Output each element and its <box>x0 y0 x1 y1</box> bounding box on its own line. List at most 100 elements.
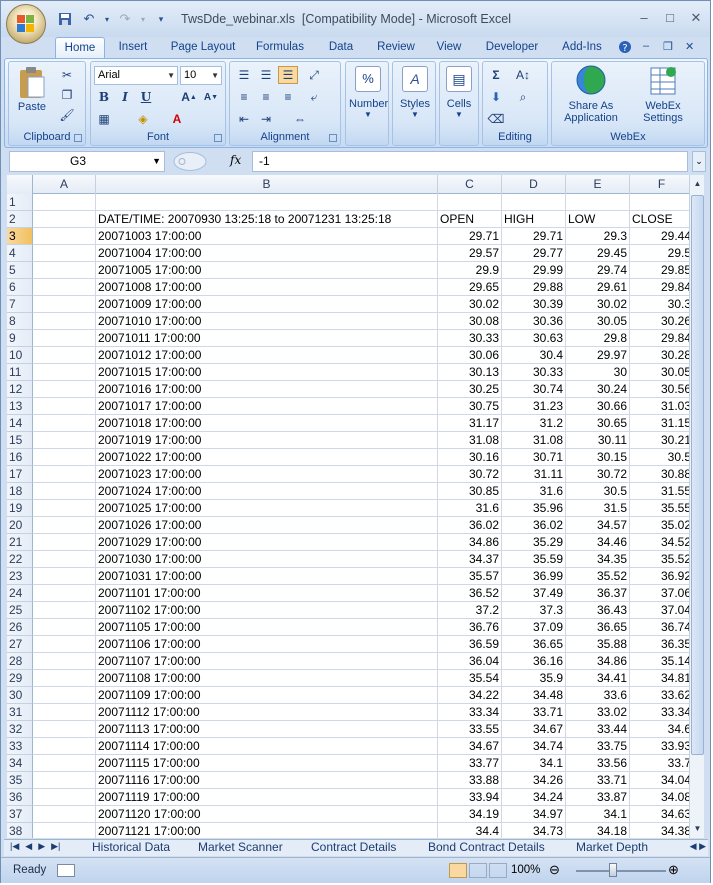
open-cell[interactable]: 30.16 <box>438 449 502 466</box>
open-cell[interactable]: 36.52 <box>438 585 502 602</box>
high-cell[interactable]: 31.23 <box>502 398 566 415</box>
low-cell[interactable]: 35.88 <box>566 636 630 653</box>
close-cell[interactable]: 29.84 <box>630 330 691 347</box>
shrink-font-icon[interactable]: A ▼ <box>201 88 221 106</box>
date-cell[interactable]: 20071030 17:00:00 <box>96 551 438 568</box>
row-header[interactable]: 28 <box>7 653 33 670</box>
high-cell[interactable]: 34.24 <box>502 789 566 806</box>
low-cell[interactable]: 29.3 <box>566 228 630 245</box>
close-cell[interactable]: 35.52 <box>630 551 691 568</box>
low-cell[interactable]: 36.65 <box>566 619 630 636</box>
low-cell[interactable]: 36.43 <box>566 602 630 619</box>
low-cell[interactable]: 30.05 <box>566 313 630 330</box>
low-cell[interactable]: 34.46 <box>566 534 630 551</box>
cell-a[interactable] <box>33 517 96 534</box>
open-cell[interactable]: 31.08 <box>438 432 502 449</box>
formula-input[interactable]: -1 <box>252 151 688 172</box>
date-cell[interactable]: 20071116 17:00:00 <box>96 772 438 789</box>
tab-home[interactable]: Home <box>55 37 105 59</box>
zoom-slider-thumb[interactable] <box>609 863 617 877</box>
date-cell[interactable]: 20071023 17:00:00 <box>96 466 438 483</box>
close-cell[interactable]: 31.15 <box>630 415 691 432</box>
cell-a[interactable] <box>33 262 96 279</box>
low-cell[interactable]: 34.35 <box>566 551 630 568</box>
cell-a[interactable] <box>33 636 96 653</box>
row-header[interactable]: 30 <box>7 687 33 704</box>
cell-a[interactable] <box>33 330 96 347</box>
close-cell[interactable]: 29.85 <box>630 262 691 279</box>
low-cell[interactable]: 30.11 <box>566 432 630 449</box>
webex-settings-button[interactable]: WebEx Settings <box>628 65 698 124</box>
zoom-out-icon[interactable]: ⊖ <box>549 862 560 878</box>
high-cell[interactable]: 37.3 <box>502 602 566 619</box>
sort-filter-icon[interactable]: A↕ <box>513 66 533 84</box>
low-cell[interactable]: 30.02 <box>566 296 630 313</box>
open-cell[interactable]: 35.54 <box>438 670 502 687</box>
date-cell[interactable]: 20071107 17:00:00 <box>96 653 438 670</box>
italic-icon[interactable]: I <box>115 88 135 106</box>
high-cell[interactable]: 36.16 <box>502 653 566 670</box>
close-cell[interactable]: 35.02 <box>630 517 691 534</box>
date-cell[interactable]: 20071009 17:00:00 <box>96 296 438 313</box>
cell-a[interactable] <box>33 704 96 721</box>
high-cell[interactable]: 34.73 <box>502 823 566 838</box>
row-header[interactable]: 15 <box>7 432 33 449</box>
date-cell[interactable]: 20071105 17:00:00 <box>96 619 438 636</box>
open-cell[interactable]: 31.6 <box>438 500 502 517</box>
close-cell[interactable]: 34.52 <box>630 534 691 551</box>
zoom-in-icon[interactable]: ⊕ <box>668 862 679 878</box>
open-cell[interactable]: 29.65 <box>438 279 502 296</box>
column-header-a[interactable]: A <box>33 175 96 194</box>
row-header[interactable]: 18 <box>7 483 33 500</box>
cell-a[interactable] <box>33 721 96 738</box>
high-cell[interactable]: 35.59 <box>502 551 566 568</box>
low-cell[interactable]: 31.5 <box>566 500 630 517</box>
high-cell[interactable]: 34.26 <box>502 772 566 789</box>
close-cell[interactable]: 30.21 <box>630 432 691 449</box>
cell-a[interactable] <box>33 687 96 704</box>
cell-a[interactable] <box>33 381 96 398</box>
cell[interactable] <box>96 194 438 211</box>
open-cell[interactable]: 30.33 <box>438 330 502 347</box>
open-cell[interactable]: 36.04 <box>438 653 502 670</box>
bold-icon[interactable]: B <box>94 88 114 106</box>
vertical-scrollbar[interactable]: ▲ ▼ <box>689 175 704 838</box>
date-cell[interactable]: 20071011 17:00:00 <box>96 330 438 347</box>
row-header[interactable]: 37 <box>7 806 33 823</box>
date-cell[interactable]: 20071029 17:00:00 <box>96 534 438 551</box>
high-cell[interactable]: 33.71 <box>502 704 566 721</box>
tab-developer[interactable]: Developer <box>479 37 545 59</box>
row-header[interactable]: 22 <box>7 551 33 568</box>
tab-data[interactable]: Data <box>319 37 363 59</box>
open-cell[interactable]: 30.72 <box>438 466 502 483</box>
borders-icon[interactable]: ▦ <box>94 110 114 128</box>
low-cell[interactable]: 34.18 <box>566 823 630 838</box>
row-header[interactable]: 26 <box>7 619 33 636</box>
help-icon[interactable]: ? <box>618 40 632 57</box>
insert-function-icon[interactable]: fx <box>230 153 241 167</box>
tab-view[interactable]: View <box>429 37 469 59</box>
row-header[interactable]: 8 <box>7 313 33 330</box>
date-cell[interactable]: 20071019 17:00:00 <box>96 432 438 449</box>
undo-icon[interactable]: ↶ <box>79 10 99 28</box>
low-cell[interactable]: 34.86 <box>566 653 630 670</box>
high-cell[interactable]: 37.49 <box>502 585 566 602</box>
redo-icon[interactable]: ↷ <box>115 10 135 28</box>
styles-button[interactable]: A Styles ▼ <box>396 66 434 119</box>
date-cell[interactable]: 20071026 17:00:00 <box>96 517 438 534</box>
close-cell[interactable]: 35.55 <box>630 500 691 517</box>
maximize-icon[interactable]: □ <box>662 10 678 26</box>
high-cell[interactable]: 30.63 <box>502 330 566 347</box>
row-header[interactable]: 13 <box>7 398 33 415</box>
date-cell[interactable]: 20071005 17:00:00 <box>96 262 438 279</box>
row-header[interactable]: 3 <box>7 228 33 245</box>
share-as-application-button[interactable]: Share As Application <box>556 65 626 124</box>
low-cell[interactable]: 29.97 <box>566 347 630 364</box>
date-cell[interactable]: 20071018 17:00:00 <box>96 415 438 432</box>
cell-a[interactable] <box>33 228 96 245</box>
close-header-cell[interactable]: CLOSE <box>630 211 691 228</box>
row-header[interactable]: 32 <box>7 721 33 738</box>
low-cell[interactable]: 33.71 <box>566 772 630 789</box>
row-header[interactable]: 17 <box>7 466 33 483</box>
minimize-icon[interactable]: – <box>636 10 652 26</box>
